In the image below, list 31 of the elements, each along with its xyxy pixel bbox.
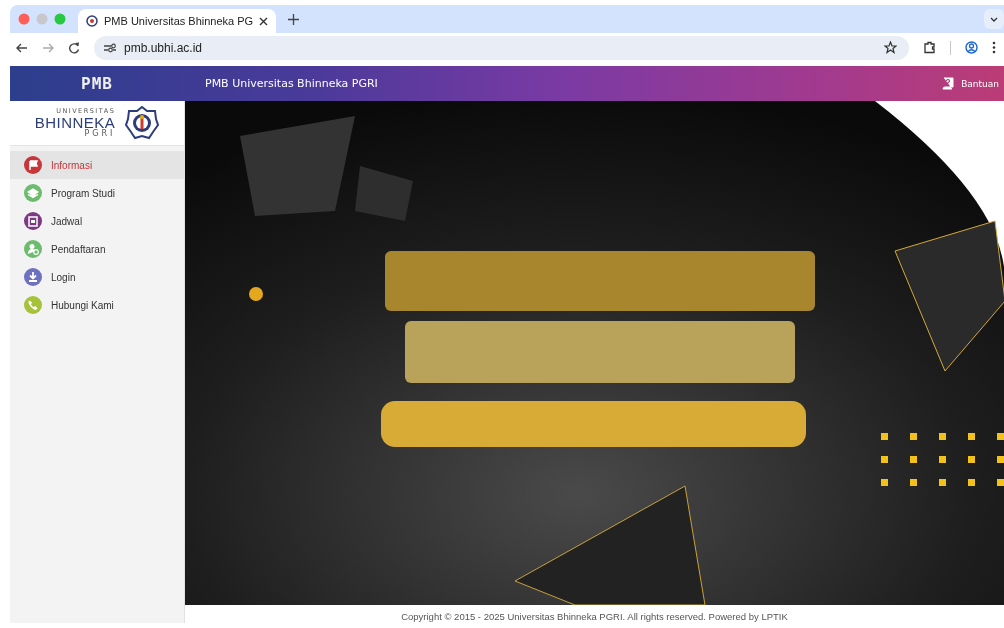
star-icon[interactable] [884,41,897,54]
site-title: PMB Universitas Bhinneka PGRI [205,77,378,90]
more-icon[interactable] [992,41,996,54]
sidebar-menu-item[interactable]: Login [10,263,184,291]
university-name: BHINNEKA [34,114,116,130]
university-sub: PGRI [84,129,116,138]
puzzle-icon[interactable] [923,41,936,54]
emblem-icon [125,106,160,140]
copyright-text: Copyright © 2015 - 2025 Universitas Bhinneka PGRI. All rights reserved. Powered by LPTIK [401,611,788,622]
site-logo[interactable]: PMB [81,74,113,93]
url-text: pmb.ubhi.ac.id [124,40,203,55]
sidebar-menu-item[interactable]: Jadwal [10,207,184,235]
site-settings-icon[interactable] [104,42,116,53]
tab-list-button[interactable] [984,9,1004,29]
sphere-drawing [249,287,263,301]
browser-tab[interactable]: PMB Universitas Bhinneka PG [78,9,277,33]
back-icon[interactable] [16,41,28,54]
sidebar-menu-item[interactable]: Informasi [10,151,184,179]
profile-icon[interactable] [965,41,978,54]
help-book-icon [941,77,955,90]
address-bar[interactable]: pmb.ubhi.ac.id [94,35,909,60]
close-icon[interactable] [259,16,269,26]
plus-icon[interactable] [288,13,300,25]
tab-title: PMB Universitas Bhinneka PG [104,15,254,27]
sidebar-menu-item[interactable]: Program Studi [10,179,184,207]
chevron-down-icon [990,16,998,22]
sidebar-menu-item[interactable]: Hubungi Kami [10,291,184,319]
sidebar-menu-item[interactable]: Pendaftaran [10,235,184,263]
help-link[interactable]: Bantuan [941,77,1004,90]
reload-icon[interactable] [68,41,80,54]
emblem-icon [86,15,98,27]
